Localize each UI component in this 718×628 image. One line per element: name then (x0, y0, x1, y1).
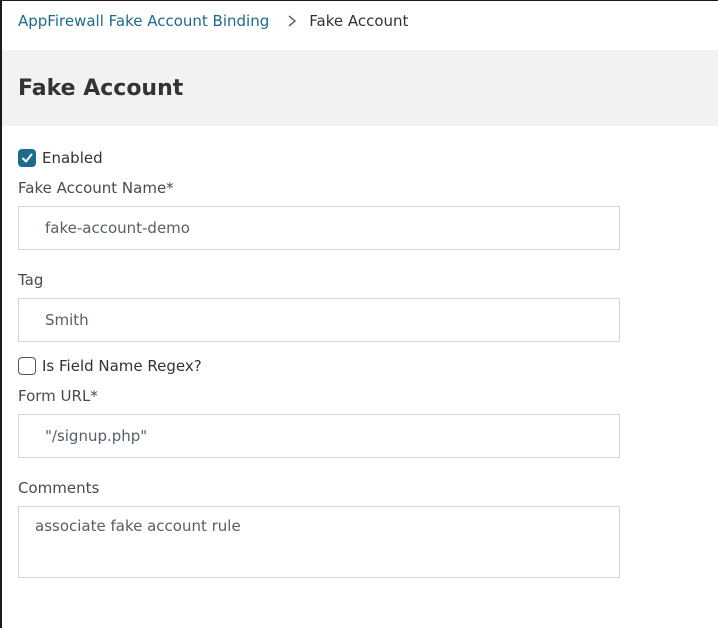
fake-account-name-input[interactable] (18, 206, 620, 250)
tag-label: Tag (18, 271, 44, 289)
comments-label: Comments (18, 479, 100, 497)
enabled-checkbox[interactable] (18, 149, 36, 167)
breadcrumb-current: Fake Account (309, 11, 409, 30)
fake-account-name-label: Fake Account Name* (18, 179, 174, 197)
enabled-label: Enabled (42, 149, 103, 167)
enabled-row: Enabled (18, 146, 622, 170)
checkmark-icon (22, 153, 33, 163)
breadcrumb-parent-link[interactable]: AppFirewall Fake Account Binding (18, 12, 269, 30)
field-name-regex-checkbox[interactable] (18, 357, 36, 375)
tag-input[interactable] (18, 298, 620, 342)
field-name-regex-row: Is Field Name Regex? (18, 354, 622, 378)
comments-textarea[interactable]: associate fake account rule (18, 506, 620, 578)
breadcrumb: AppFirewall Fake Account Binding Fake Ac… (2, 0, 718, 40)
page-header: Fake Account (2, 50, 718, 126)
field-name-regex-label: Is Field Name Regex? (42, 357, 202, 375)
form-url-label: Form URL* (18, 387, 98, 405)
form-url-input[interactable] (18, 414, 620, 458)
page-title: Fake Account (18, 75, 184, 101)
fake-account-form: Enabled Fake Account Name* Tag Is Field … (18, 146, 622, 582)
chevron-right-icon (285, 14, 299, 28)
